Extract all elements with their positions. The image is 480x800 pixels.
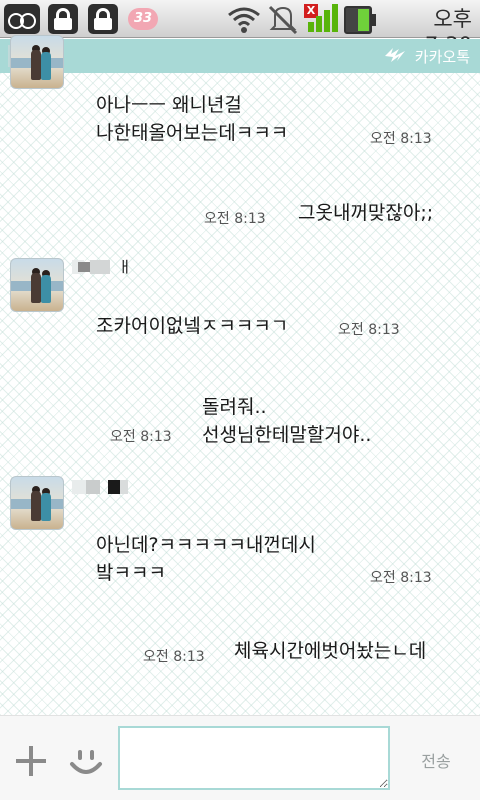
chat-area[interactable]: 아나ㅡㅡ 왜니년걸 나한태올어보는데ㅋㅋㅋ 오전 8:13 오전 8:13 그옷… — [0, 35, 480, 715]
notification-badge: 33 — [128, 8, 158, 30]
message-text: 체육시간에벗어놨는ㄴ데 — [234, 640, 427, 662]
clock: 오후 7:30 — [425, 7, 472, 57]
mute-icon — [268, 5, 298, 34]
message-time: 오전 8:13 — [338, 322, 400, 338]
message-text: 아닌데?ㅋㅋㅋㅋㅋ내껀데시 — [96, 534, 316, 556]
avatar[interactable] — [10, 476, 64, 530]
message-text: 나한태올어보는데ㅋㅋㅋ — [96, 122, 289, 144]
avatar[interactable] — [10, 258, 64, 312]
wifi-icon — [228, 7, 260, 33]
kakaotalk-brand[interactable]: 카카오톡 — [383, 45, 470, 67]
battery-icon — [344, 4, 376, 34]
message-text: 선생님한테말할거야.. — [202, 424, 372, 446]
kakaotalk-icon — [384, 48, 405, 62]
message-text: 돌려줘.. — [202, 396, 267, 418]
message-input[interactable] — [118, 726, 390, 790]
input-bar: 전송 — [0, 715, 480, 800]
avatar[interactable] — [10, 35, 64, 89]
message-time: 오전 8:13 — [204, 211, 266, 227]
status-bar: 33 X 오후 7:30 — [0, 0, 480, 57]
message-text: 그옷내꺼맞잖아;; — [298, 202, 434, 224]
app-name: 카카오톡 — [414, 47, 470, 66]
voicemail-icon — [4, 4, 40, 34]
sender-name-blur — [72, 476, 132, 498]
message-text: 조카어이없넼ㅈㅋㅋㅋㄱ — [96, 315, 289, 337]
plus-icon[interactable] — [14, 744, 48, 778]
emoticon-icon[interactable] — [68, 744, 104, 780]
message-text: 아나ㅡㅡ 왜니년걸 — [96, 94, 242, 116]
message-text: 밬ㅋㅋㅋ — [96, 562, 166, 584]
signal-icon: X — [304, 4, 340, 34]
chat-header: ㅏ 카카오톡 — [0, 39, 480, 73]
message-time: 오전 8:13 — [143, 649, 205, 665]
message-time: 오전 8:13 — [370, 570, 432, 586]
lock-icon — [88, 4, 118, 34]
sender-name: ㅐ — [118, 258, 132, 276]
send-button[interactable]: 전송 — [404, 748, 468, 772]
message-time: 오전 8:13 — [110, 429, 172, 445]
lock-icon — [48, 4, 78, 34]
message-time: 오전 8:13 — [370, 131, 432, 147]
